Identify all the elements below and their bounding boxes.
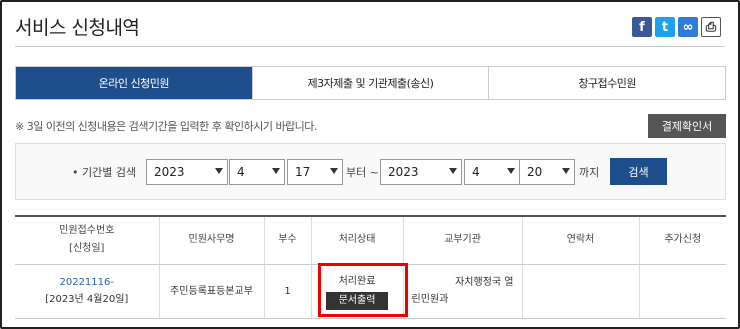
highlight-box [318,263,408,317]
from-year-select[interactable]: 2023 [146,159,228,185]
tab-online-applications[interactable]: 온라인 신청민원 [16,67,252,99]
from-day-value: 17 [295,165,311,179]
header-extra: 추가신청 [638,216,726,265]
print-icon[interactable]: ⎙ [701,17,721,37]
application-date: [2023년 4월20일] [45,294,129,305]
until-label: 까지 [579,166,600,179]
cell-service: 주민등록표등본교부 [158,264,264,319]
header-contact: 연락처 [521,216,639,265]
cell-contact [521,264,639,319]
from-month-select[interactable]: 4 [229,159,285,185]
header-service: 민원사무명 [158,216,264,265]
search-panel: • 기간별 검색 2023 4 17 부터 ~ 2023 4 20 까지 검색 [15,143,726,200]
link-icon[interactable]: ∞ [678,17,698,37]
title-divider [15,46,725,47]
to-year-value: 2023 [388,165,419,179]
chevron-down-icon [330,168,338,174]
header-receipt-no: 민원접수번호 [신청일] [15,216,159,265]
search-label: • 기간별 검색 [72,166,137,179]
table-header-row: 민원접수번호 [신청일] 민원사무명 부수 처리상태 교부기관 연락처 추가신청 [15,216,726,265]
from-month-value: 4 [237,165,245,179]
header-date-label: [신청일] [69,243,105,255]
page-title: 서비스 신청내역 [15,17,140,39]
from-year-value: 2023 [154,165,185,179]
tab-third-party-submission[interactable]: 제3자제출 및 기관제출(송신) [251,67,489,99]
agency-line-1: 자치행정국 열 [455,277,514,288]
cell-copies: 1 [263,264,311,319]
share-toolbar: f t ∞ ⎙ [632,17,721,37]
chevron-down-icon [507,168,515,174]
cell-extra [638,264,726,319]
payment-confirmation-button[interactable]: 결제확인서 [648,114,726,138]
to-month-select[interactable]: 4 [464,159,520,185]
facebook-icon[interactable]: f [632,17,652,37]
cell-receipt: 20221116- [2023년 4월20일] [15,264,159,319]
to-month-value: 4 [472,165,480,179]
notice-text: ※ 3일 이전의 신청내용은 검색기간을 입력한 후 확인하시기 바랍니다. [15,120,317,133]
header-agency: 교부기관 [402,216,522,265]
receipt-number-link[interactable]: 20221116- [59,277,114,288]
header-receipt-no-label: 민원접수번호 [59,225,115,237]
from-day-select[interactable]: 17 [287,159,343,185]
header-copies: 부수 [263,216,311,265]
to-day-select[interactable]: 20 [519,159,575,185]
cell-agency: 자치행정국 열 린민원과 [402,264,522,319]
chevron-down-icon [449,168,457,174]
header-status: 처리상태 [310,216,403,265]
chevron-down-icon [562,168,570,174]
to-year-select[interactable]: 2023 [380,159,462,185]
twitter-icon[interactable]: t [655,17,675,37]
chevron-down-icon [215,168,223,174]
tab-bar: 온라인 신청민원 제3자제출 및 기관제출(송신) 창구접수민원 [15,66,726,100]
to-day-value: 20 [527,165,543,179]
range-separator: 부터 ~ [346,166,379,179]
search-button[interactable]: 검색 [610,158,667,185]
chevron-down-icon [272,168,280,174]
tab-counter-applications[interactable]: 창구접수민원 [488,67,726,99]
agency-line-2: 린민원과 [411,294,449,305]
